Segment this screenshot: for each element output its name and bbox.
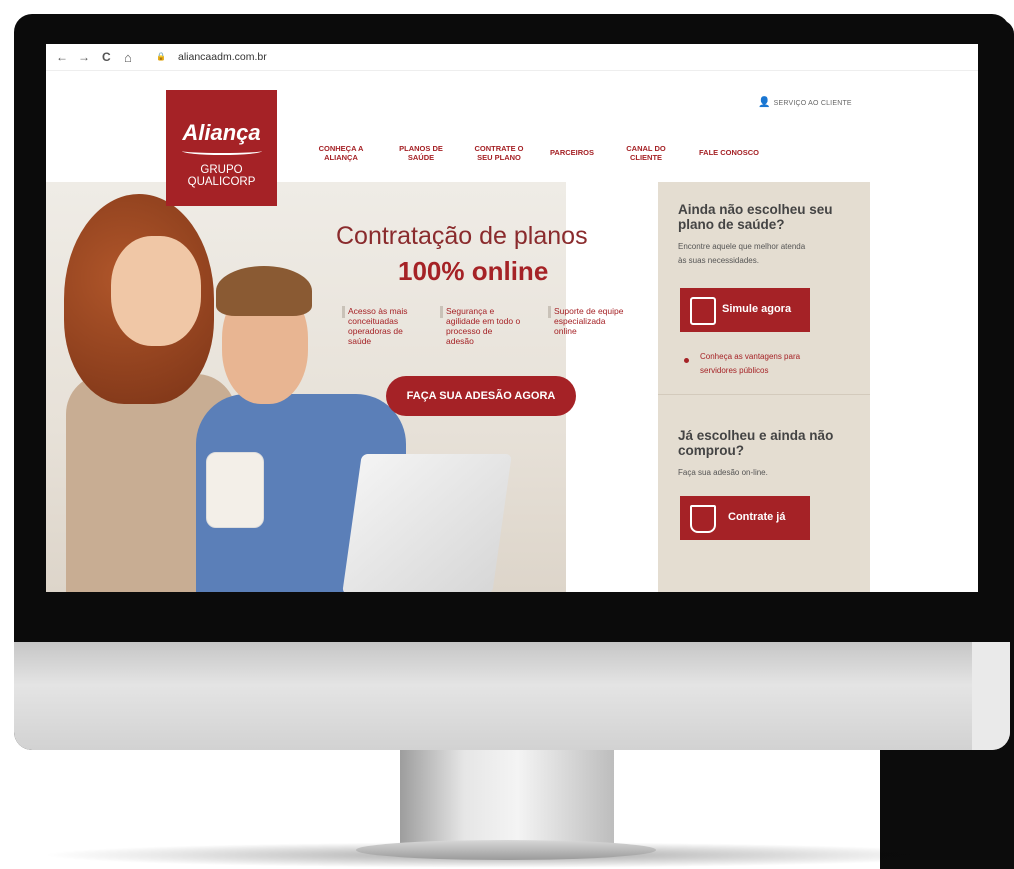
sidebar-title-not-chosen: Ainda não escolheu seu plano de saúde? bbox=[678, 202, 833, 232]
calculator-icon bbox=[690, 297, 716, 325]
monitor-chin-edge bbox=[972, 642, 1010, 750]
contract-button-label: Contrate já bbox=[728, 511, 786, 523]
sidebar-divider bbox=[658, 394, 870, 395]
hero-mug bbox=[206, 452, 264, 528]
contract-button[interactable]: Contrate já bbox=[680, 496, 810, 540]
feature-item: Segurança e agilidade em todo o processo… bbox=[446, 306, 521, 346]
back-arrow-icon[interactable]: ← bbox=[56, 50, 68, 64]
address-bar-url[interactable]: aliancaadm.com.br bbox=[178, 51, 267, 63]
menu-item-contrate[interactable]: CONTRATE O SEU PLANO bbox=[467, 144, 531, 162]
servidores-link[interactable]: Conheça as vantagens para servidores púb… bbox=[700, 350, 830, 378]
logo-subtitle: GRUPO QUALICORP bbox=[187, 164, 256, 188]
hero-headline: Contratação de planos bbox=[336, 222, 588, 250]
simulate-button-label: Simule agora bbox=[722, 303, 792, 315]
simulate-button[interactable]: Simule agora bbox=[680, 288, 810, 332]
feature-marker bbox=[342, 306, 345, 318]
hero-man-hair bbox=[216, 266, 312, 316]
customer-service-label: SERVIÇO AO CLIENTE bbox=[773, 100, 852, 107]
user-icon: 👤 bbox=[758, 97, 774, 108]
sidebar-title-chosen: Já escolheu e ainda não comprou? bbox=[678, 428, 834, 458]
menu-item-parceiros[interactable]: PARCEIROS bbox=[540, 148, 604, 157]
feature-marker bbox=[440, 306, 443, 318]
monitor-chin bbox=[14, 642, 1010, 750]
feature-item: Suporte de equipe especializada online bbox=[554, 306, 624, 336]
feature-marker bbox=[548, 306, 551, 318]
menu-item-canal-cliente[interactable]: CANAL DO CLIENTE bbox=[626, 144, 666, 162]
forward-arrow-icon[interactable]: → bbox=[78, 50, 90, 64]
sidebar-panel: Ainda não escolheu seu plano de saúde? E… bbox=[658, 182, 870, 592]
alianca-logo[interactable]: Aliança GRUPO QUALICORP bbox=[166, 90, 277, 206]
browser-toolbar: ← → C ⌂ 🔒 aliancaadm.com.br bbox=[46, 44, 978, 71]
shopping-cart-icon bbox=[690, 505, 716, 533]
reload-icon[interactable]: C bbox=[102, 50, 111, 64]
monitor-screen: ← → C ⌂ 🔒 aliancaadm.com.br Aliança GRUP… bbox=[46, 44, 978, 592]
logo-swoosh-icon bbox=[182, 147, 262, 155]
sidebar-text-chosen: Faça sua adesão on-line. bbox=[678, 468, 768, 477]
lock-icon: 🔒 bbox=[156, 52, 166, 61]
bullet-icon bbox=[684, 358, 689, 363]
hero-woman-face bbox=[111, 236, 201, 346]
menu-item-fale-conosco[interactable]: FALE CONOSCO bbox=[694, 148, 764, 157]
monitor-base bbox=[356, 840, 656, 860]
menu-item-planos[interactable]: PLANOS DE SAÚDE bbox=[389, 144, 453, 162]
hero-laptop bbox=[342, 454, 512, 592]
adesao-cta-button[interactable]: FAÇA SUA ADESÃO AGORA bbox=[386, 376, 576, 416]
monitor-stand bbox=[400, 750, 614, 845]
home-icon[interactable]: ⌂ bbox=[124, 50, 132, 65]
menu-item-conheca[interactable]: CONHEÇA A ALIANÇA bbox=[309, 144, 373, 162]
hero-headline-highlight: 100% online bbox=[398, 256, 549, 286]
feature-item: Acesso às mais conceituadas operadoras d… bbox=[348, 306, 408, 346]
logo-brand-name: Aliança bbox=[182, 120, 261, 145]
sidebar-text-not-chosen: Encontre aquele que melhor atenda às sua… bbox=[678, 242, 806, 265]
customer-service-link[interactable]: 👤 SERVIÇO AO CLIENTE bbox=[758, 97, 852, 108]
